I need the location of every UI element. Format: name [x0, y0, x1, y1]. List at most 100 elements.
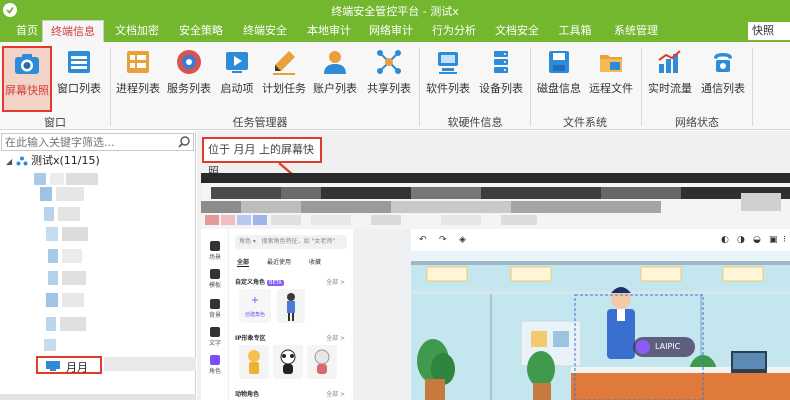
snapshot-canvas: ↶ ↷ ◈ ◐ ◑ ◒ ▣ ⁝ LAIPIC — [353, 229, 790, 400]
all-link: 全部 > — [326, 279, 345, 286]
selected-row-highlight — [104, 357, 196, 371]
watermark-badge: LAIPIC — [633, 337, 695, 357]
remote-file-button[interactable]: 远程文件 — [586, 46, 636, 112]
group-label-task-manager: 任务管理器 — [232, 116, 288, 129]
blurred-browser-bar — [201, 173, 790, 229]
snapshot-image: 场景 模板 背景 文字 角色 角色 ▾ 搜索角色特征，如 "女老师" 全部 最近使… — [201, 173, 790, 400]
share-list-button[interactable]: 共享列表 — [364, 46, 414, 112]
device-list-button[interactable]: 设备列表 — [476, 46, 526, 112]
rail-item-template: 模板 — [205, 269, 225, 289]
device-list-icon — [494, 51, 508, 73]
create-role-card: + 创建角色 — [239, 289, 271, 323]
tree-horizontal-scrollbar[interactable] — [0, 394, 196, 400]
group-separator — [641, 48, 642, 126]
menu-item-terminal-security[interactable]: 终端安全 — [234, 20, 296, 42]
window-title: 终端安全管控平台 - 测试x — [331, 5, 459, 18]
software-list-button[interactable]: 软件列表 — [423, 46, 473, 112]
redo-icon: ↷ — [439, 235, 447, 245]
rail-item-background: 背景 — [205, 299, 225, 319]
realtime-traffic-button[interactable]: 实时流量 — [646, 46, 694, 112]
startup-icon — [226, 52, 248, 73]
window-list-button[interactable]: 窗口列表 — [54, 46, 104, 112]
ribbon: 屏幕快照 窗口列表 进程列表 服务列表 启动项 计划任务 账户列表 共享列表 软… — [0, 42, 790, 130]
expand-triangle-icon[interactable]: ◢ — [6, 154, 16, 170]
rail-item-role: 角色 — [205, 355, 225, 375]
screen-snapshot-button[interactable]: 屏幕快照 — [2, 46, 52, 112]
all-link-ip: 全部 > — [326, 335, 345, 342]
monitor-icon — [46, 361, 60, 371]
group-separator — [530, 48, 531, 126]
title-bar: 终端安全管控平台 - 测试x — [0, 0, 790, 20]
ip-card-3 — [307, 345, 337, 379]
section-ip-zone: IP形象专区 — [235, 335, 266, 342]
software-list-icon — [438, 52, 458, 74]
snapshot-tab[interactable]: 快照 — [748, 22, 790, 40]
menu-item-security-policy[interactable]: 安全策略 — [170, 20, 232, 42]
ip-card-1 — [239, 345, 269, 379]
ip-card-2 — [273, 345, 303, 379]
section-custom-role: 自定义角色 BETA — [235, 279, 284, 286]
tree-search-box — [1, 133, 194, 151]
menu-item-doc-security[interactable]: 文档安全 — [486, 20, 548, 42]
startup-button[interactable]: 启动项 — [216, 46, 258, 112]
rail-item-scene: 场景 — [205, 241, 225, 261]
blurred-tree-nodes — [34, 173, 104, 353]
snapshot-path-label: 位于 月月 上的屏幕快照 — [202, 137, 322, 178]
menu-item-local-audit[interactable]: 本地审计 — [298, 20, 360, 42]
group-separator — [110, 48, 111, 126]
group-label-window: 窗口 — [44, 116, 66, 129]
menu-item-behavior-analysis[interactable]: 行为分析 — [423, 20, 485, 42]
tool-icon-2: ◑ — [737, 235, 745, 245]
tool-icon: ◐ — [721, 235, 729, 245]
undo-icon: ↶ — [419, 235, 427, 245]
phone-icon — [714, 53, 732, 72]
rail-item-text: 文字 — [205, 327, 225, 347]
snapshot-scene: LAIPIC — [411, 251, 790, 400]
terminal-tree-panel: ◢测试x(11/15) 月月 — [0, 131, 196, 400]
snapshot-tabs: 全部 最近使用 收藏 — [237, 259, 322, 267]
snapshot-viewer: 位于 月月 上的屏幕快照 场景 模板 背景 文字 角色 角色 ▾ 搜索角色特征，… — [197, 131, 790, 400]
section-animal-role: 动物角色 — [235, 391, 260, 398]
service-list-icon — [177, 50, 201, 74]
snapshot-side-rail: 场景 模板 背景 文字 角色 — [201, 229, 229, 400]
tool-icon-4: ▣ — [769, 235, 778, 245]
all-link-animal: 全部 > — [326, 391, 345, 398]
group-label-filesystem: 文件系统 — [563, 116, 607, 129]
account-list-icon — [324, 51, 346, 74]
comm-list-button[interactable]: 通信列表 — [698, 46, 748, 112]
traffic-icon — [658, 50, 681, 73]
menu-item-network-audit[interactable]: 网络审计 — [360, 20, 422, 42]
group-icon — [16, 156, 28, 166]
menu-item-doc-encrypt[interactable]: 文档加密 — [106, 20, 168, 42]
disk-info-button[interactable]: 磁盘信息 — [534, 46, 584, 112]
share-list-icon — [377, 50, 401, 74]
tree-node-selected[interactable]: 月月 — [36, 356, 102, 374]
tree-search-input[interactable] — [2, 134, 178, 150]
snapshot-role-panel: 角色 ▾ 搜索角色特征，如 "女老师" 全部 最近使用 收藏 自定义角色 BETA 全… — [229, 229, 353, 400]
snapshot-search: 角色 ▾ 搜索角色特征，如 "女老师" — [235, 235, 347, 249]
group-separator — [752, 48, 753, 126]
window-list-icon — [68, 51, 90, 73]
group-label-hw-sw: 软硬件信息 — [447, 116, 503, 129]
group-separator — [419, 48, 420, 126]
disk-icon — [549, 51, 569, 73]
search-icon[interactable] — [177, 135, 191, 149]
camera-icon — [15, 54, 39, 74]
scheduled-task-icon — [273, 51, 295, 75]
account-list-button[interactable]: 账户列表 — [310, 46, 360, 112]
group-label-network: 网络状态 — [675, 116, 719, 129]
service-list-button[interactable]: 服务列表 — [165, 46, 213, 112]
process-list-icon — [127, 51, 149, 73]
tool-icon-5: ⁝ — [783, 235, 786, 245]
remote-file-icon — [600, 55, 622, 72]
tool-icon-3: ◒ — [753, 235, 761, 245]
menu-bar: 首页 终端信息 文档加密 安全策略 终端安全 本地审计 网络审计 行为分析 文档… — [0, 20, 790, 42]
menu-item-toolbox[interactable]: 工具箱 — [547, 20, 603, 42]
process-list-button[interactable]: 进程列表 — [114, 46, 162, 112]
menu-item-terminal-info[interactable]: 终端信息 — [42, 20, 104, 42]
tree-root-node[interactable]: ◢ 测试x(11/15) — [6, 153, 100, 169]
menu-item-system-manage[interactable]: 系统管理 — [604, 20, 668, 42]
role-card — [277, 289, 305, 323]
scheduled-task-button[interactable]: 计划任务 — [260, 46, 308, 112]
snapshot-canvas-toolbar: ↶ ↷ ◈ ◐ ◑ ◒ ▣ ⁝ — [411, 229, 790, 251]
